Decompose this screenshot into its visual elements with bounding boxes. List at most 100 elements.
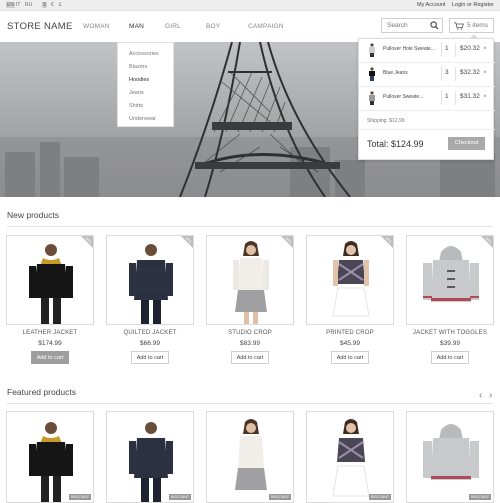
search-icon[interactable] xyxy=(430,21,439,30)
product-name[interactable]: QUILTED JACKET xyxy=(106,330,194,336)
section-divider xyxy=(7,226,493,227)
dropdown-item-blazers[interactable]: Blazers xyxy=(129,64,147,70)
featured-products-title: Featured products xyxy=(7,387,76,397)
shipping-cost: Shipping: $12.99 xyxy=(367,118,405,124)
featured-product-image[interactable]: DISCOUNT xyxy=(6,411,94,503)
product-price: $39.99 xyxy=(440,340,460,347)
cart-item-price: $32.32 xyxy=(460,69,480,76)
carousel-prev-icon[interactable]: ‹ xyxy=(479,390,482,401)
product-photo xyxy=(332,241,370,317)
product-price: $66.99 xyxy=(140,340,160,347)
nav-campaign[interactable]: CAMPAIGN xyxy=(248,23,284,30)
currency-gbp[interactable]: £ xyxy=(59,2,62,8)
cart-icon xyxy=(454,22,464,30)
product-image-quilted-jacket[interactable]: NEW xyxy=(106,235,194,325)
cart-divider xyxy=(359,129,495,130)
dropdown-item-underwear[interactable]: Underwear xyxy=(129,116,156,122)
language-ru[interactable]: RU xyxy=(25,2,32,8)
product-image-jacket-with-toggles[interactable]: NEW xyxy=(406,235,494,325)
search-placeholder: Search xyxy=(387,22,408,29)
add-to-cart-button[interactable]: Add to cart xyxy=(331,351,369,364)
cart-item-qty[interactable]: 1 xyxy=(445,93,449,100)
top-utility-bar: EN IT RU $ € £ My Account Login or Regis… xyxy=(0,0,500,11)
nav-man[interactable]: MAN xyxy=(129,23,144,30)
featured-product-image[interactable]: DISCOUNT xyxy=(106,411,194,503)
nav-boy[interactable]: BOY xyxy=(206,23,220,30)
remove-item-icon[interactable]: × xyxy=(483,45,487,52)
add-to-cart-button[interactable]: Add to cart xyxy=(431,351,469,364)
product-photo xyxy=(235,419,267,490)
cart-item-qty[interactable]: 1 xyxy=(445,45,449,52)
product-price: $45.99 xyxy=(340,340,360,347)
store-logo[interactable]: STORE NAME xyxy=(7,21,73,32)
search-input[interactable]: Search xyxy=(381,18,443,33)
cart-item-thumbnail xyxy=(369,91,375,105)
dropdown-item-jeans[interactable]: Jeans xyxy=(129,90,144,96)
product-photo xyxy=(233,241,269,324)
featured-product-image[interactable]: DISCOUNT xyxy=(306,411,394,503)
cart-item: Pullover Sweate... 1 $31.32 × xyxy=(359,87,495,111)
cart-divider xyxy=(441,67,442,81)
product-name[interactable]: STUDIO CROP xyxy=(206,330,294,336)
discount-badge: DISCOUNT xyxy=(168,494,191,500)
featured-product-image[interactable]: DISCOUNT xyxy=(206,411,294,503)
dropdown-item-hoodies[interactable]: Hoodies xyxy=(129,77,149,83)
add-to-cart-button[interactable]: Add to cart xyxy=(31,351,69,364)
product-name[interactable]: JACKET WITH TOGGLES xyxy=(406,330,494,336)
cart-divider xyxy=(455,91,456,105)
product-name[interactable]: LEATHER JACKET xyxy=(6,330,94,336)
cart-item-name[interactable]: Pullover Sweate... xyxy=(383,94,423,100)
login-register-link[interactable]: Login or Register xyxy=(452,2,494,8)
nav-girl[interactable]: GIRL xyxy=(165,23,181,30)
featured-product-image[interactable]: DISCOUNT xyxy=(406,411,494,503)
product-price: $83.99 xyxy=(240,340,260,347)
product-image-leather-jacket[interactable]: NEW xyxy=(6,235,94,325)
my-account-link[interactable]: My Account xyxy=(417,2,445,8)
man-category-dropdown: Accessories Blazers Hoodies Jeans Shirts… xyxy=(117,42,174,127)
cart-item-thumbnail xyxy=(369,67,375,81)
dropdown-item-shirts[interactable]: Shirts xyxy=(129,103,143,109)
new-products-title: New products xyxy=(7,210,59,220)
product-photo xyxy=(129,244,173,324)
cart-item-price: $31.32 xyxy=(460,93,480,100)
cart-divider xyxy=(455,43,456,57)
discount-badge: DISCOUNT xyxy=(368,494,391,500)
cart-dropdown-panel: Pullover Hole Sweate... 1 $20.32 × Blue … xyxy=(358,38,495,160)
remove-item-icon[interactable]: × xyxy=(483,69,487,76)
cart-divider xyxy=(455,67,456,81)
cart-item-count: 5 items xyxy=(467,22,488,29)
cart-divider xyxy=(441,91,442,105)
nav-woman[interactable]: WOMAN xyxy=(83,23,110,30)
add-to-cart-button[interactable]: Add to cart xyxy=(231,351,269,364)
product-name[interactable]: PRINTED CROP xyxy=(306,330,394,336)
product-photo xyxy=(423,424,479,480)
cart-button[interactable]: 5 items xyxy=(449,18,494,33)
cart-divider xyxy=(441,43,442,57)
cart-item: Blue Jeans 3 $32.32 × xyxy=(359,63,495,87)
dropdown-item-accessories[interactable]: Accessories xyxy=(129,51,159,57)
product-photo xyxy=(129,422,173,502)
checkout-button[interactable]: Checkout xyxy=(448,137,485,150)
product-image-printed-crop[interactable]: NEW xyxy=(306,235,394,325)
product-photo xyxy=(29,422,73,502)
carousel-next-icon[interactable]: › xyxy=(489,390,492,401)
cart-item-qty[interactable]: 3 xyxy=(445,69,449,76)
cart-item-name[interactable]: Blue Jeans xyxy=(383,70,408,76)
discount-badge: DISCOUNT xyxy=(268,494,291,500)
cart-item-name[interactable]: Pullover Hole Sweate... xyxy=(383,46,435,52)
cart-item-thumbnail xyxy=(369,43,375,57)
add-to-cart-button[interactable]: Add to cart xyxy=(131,351,169,364)
product-photo xyxy=(332,419,370,497)
currency-eur[interactable]: € xyxy=(51,2,54,8)
language-en[interactable]: EN xyxy=(6,2,15,8)
product-photo xyxy=(29,244,73,324)
product-image-studio-crop[interactable]: NEW xyxy=(206,235,294,325)
language-it[interactable]: IT xyxy=(16,2,20,8)
product-photo xyxy=(423,246,479,302)
discount-badge: DISCOUNT xyxy=(468,494,491,500)
currency-usd[interactable]: $ xyxy=(42,2,47,8)
section-divider xyxy=(7,403,493,404)
remove-item-icon[interactable]: × xyxy=(483,93,487,100)
cart-total: Total: $124.99 xyxy=(367,139,424,149)
cart-item: Pullover Hole Sweate... 1 $20.32 × xyxy=(359,39,495,63)
